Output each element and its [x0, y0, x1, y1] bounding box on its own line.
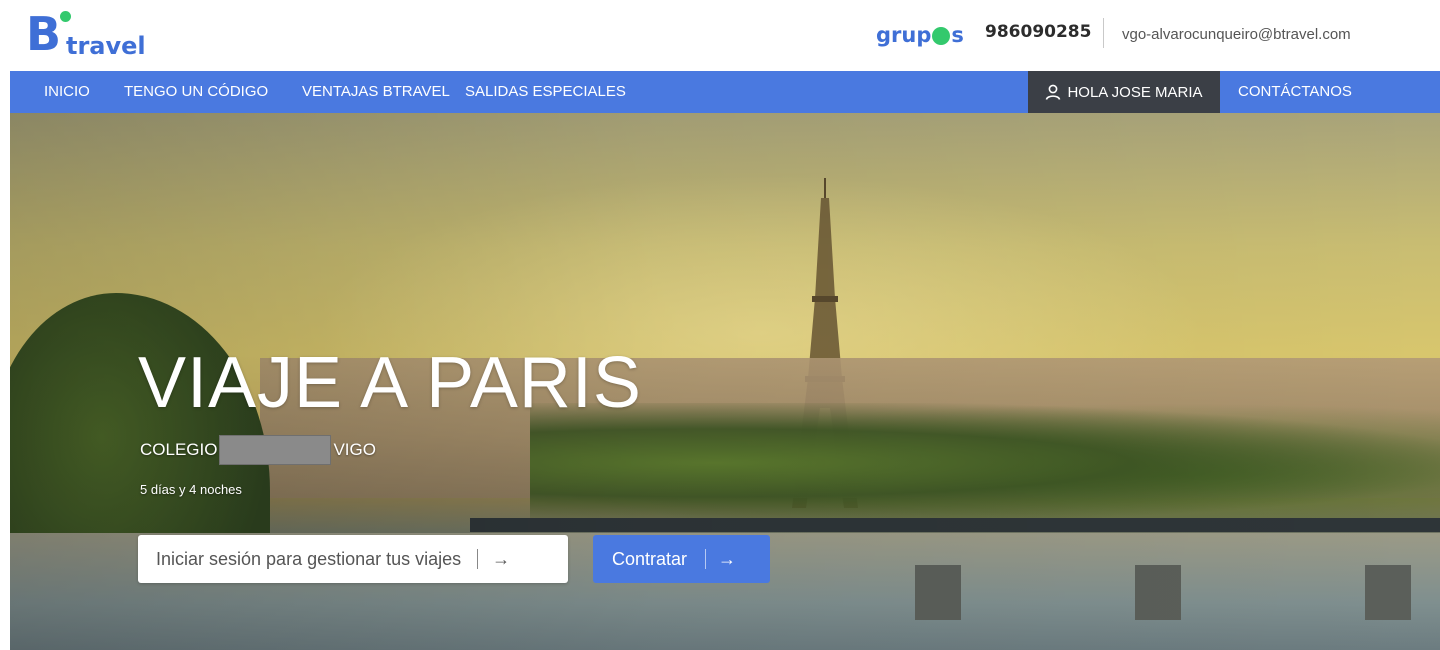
- trip-title: VIAJE A PARIS: [138, 343, 642, 423]
- login-button-label: Iniciar sesión para gestionar tus viajes: [156, 548, 462, 569]
- arrow-right-icon: →: [718, 548, 737, 569]
- main-nav: INICIO TENGO UN CÓDIGO VENTAJAS BTRAVEL …: [10, 71, 1440, 113]
- grupos-text-right: s: [951, 23, 964, 47]
- button-divider: [705, 549, 707, 569]
- nav-item-inicio[interactable]: INICIO: [44, 71, 90, 113]
- user-greeting: HOLA JOSE MARIA: [1067, 83, 1203, 101]
- logo-letter: B: [26, 7, 62, 61]
- button-divider: [477, 549, 479, 569]
- top-header: B travel grup s 986090285 vgo-alvarocunq…: [0, 0, 1440, 71]
- arrow-right-icon: →: [492, 548, 511, 569]
- grupos-logo[interactable]: grup s: [876, 20, 964, 50]
- login-button[interactable]: Iniciar sesión para gestionar tus viajes…: [138, 535, 568, 583]
- hero-banner: VIAJE A PARIS COLEGIO VIGO 5 días y 4 no…: [10, 113, 1440, 650]
- logo-dot: [60, 11, 71, 22]
- user-menu[interactable]: HOLA JOSE MARIA: [1028, 71, 1220, 113]
- trip-subtitle: COLEGIO VIGO: [140, 435, 376, 465]
- phone-number[interactable]: 986090285: [985, 22, 1091, 42]
- trip-duration: 5 días y 4 noches: [140, 482, 242, 497]
- contact-email[interactable]: vgo-alvarocunqueiro@btravel.com: [1122, 26, 1351, 43]
- nav-item-tengo-un-codigo[interactable]: TENGO UN CÓDIGO: [124, 71, 268, 113]
- btravel-logo[interactable]: B travel: [26, 9, 156, 61]
- school-name-suffix: VIGO: [333, 440, 376, 459]
- logo-wordmark: travel: [66, 32, 146, 60]
- nav-item-contactanos[interactable]: CONTÁCTANOS: [1238, 71, 1352, 113]
- nav-item-ventajas-btravel[interactable]: VENTAJAS BTRAVEL: [302, 71, 450, 113]
- redacted-box: [219, 435, 332, 465]
- grupos-text-left: grup: [876, 23, 932, 47]
- nav-item-salidas-especiales[interactable]: SALIDAS ESPECIALES: [465, 71, 626, 113]
- contratar-button-label: Contratar: [612, 548, 688, 569]
- user-icon: [1046, 84, 1061, 100]
- contratar-button[interactable]: Contratar →: [593, 535, 770, 583]
- header-divider: [1103, 18, 1104, 48]
- school-name-prefix: COLEGIO: [140, 440, 218, 459]
- grupos-dot-icon: [932, 27, 951, 45]
